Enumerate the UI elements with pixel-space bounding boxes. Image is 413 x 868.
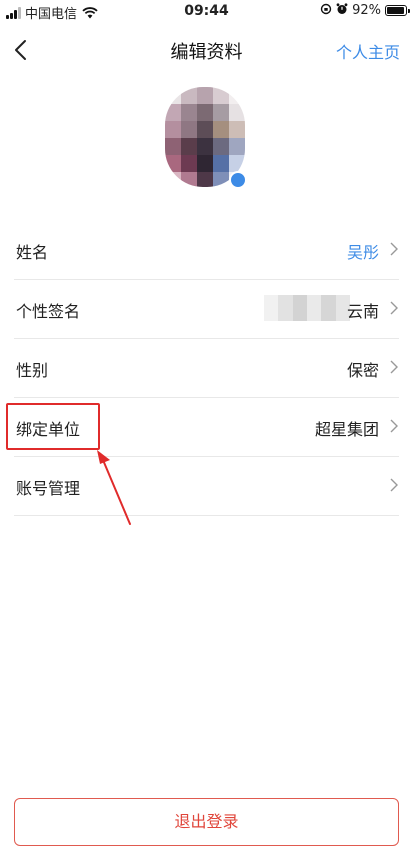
annotation-highlight-box (6, 403, 100, 450)
row-label: 性别 (16, 361, 49, 380)
battery-percent: 92% (352, 3, 381, 18)
annotation-arrow-icon (97, 450, 131, 525)
chevron-right-icon (390, 301, 398, 315)
chevron-right-icon (390, 242, 398, 256)
row-value: 云南 (346, 302, 379, 321)
row-name[interactable]: 姓名 吴彤 (14, 221, 399, 280)
lock-rotation-icon (320, 3, 332, 18)
row-gender[interactable]: 性别 保密 (14, 339, 399, 398)
row-label: 账号管理 (16, 479, 81, 498)
battery-icon (385, 5, 410, 16)
avatar-badge (229, 171, 247, 189)
status-bar: 中国电信 09:44 92% (0, 0, 413, 24)
profile-settings-list: 姓名 吴彤 个性签名 云南 性别 保密 绑定单位 超星集团 账号管理 (14, 221, 399, 516)
status-right: 92% (320, 3, 410, 18)
row-value: 保密 (346, 361, 379, 380)
row-account-management[interactable]: 账号管理 (14, 457, 399, 516)
redacted-text (264, 295, 350, 321)
chevron-right-icon (390, 360, 398, 374)
chevron-right-icon (390, 419, 398, 433)
edit-profile-screen: 中国电信 09:44 92% 编辑资料 个人主页 姓名 吴彤 个性签名 云南 性… (0, 0, 413, 868)
row-label: 姓名 (16, 243, 49, 262)
alarm-icon (336, 3, 348, 18)
profile-home-link[interactable]: 个人主页 (336, 39, 400, 63)
row-label: 个性签名 (16, 302, 81, 321)
row-value: 超星集团 (314, 420, 379, 439)
row-value: 吴彤 (346, 243, 379, 262)
logout-button[interactable]: 退出登录 (14, 798, 399, 846)
chevron-right-icon (390, 478, 398, 492)
nav-bar: 编辑资料 个人主页 (0, 24, 413, 76)
row-signature[interactable]: 个性签名 云南 (14, 280, 399, 339)
